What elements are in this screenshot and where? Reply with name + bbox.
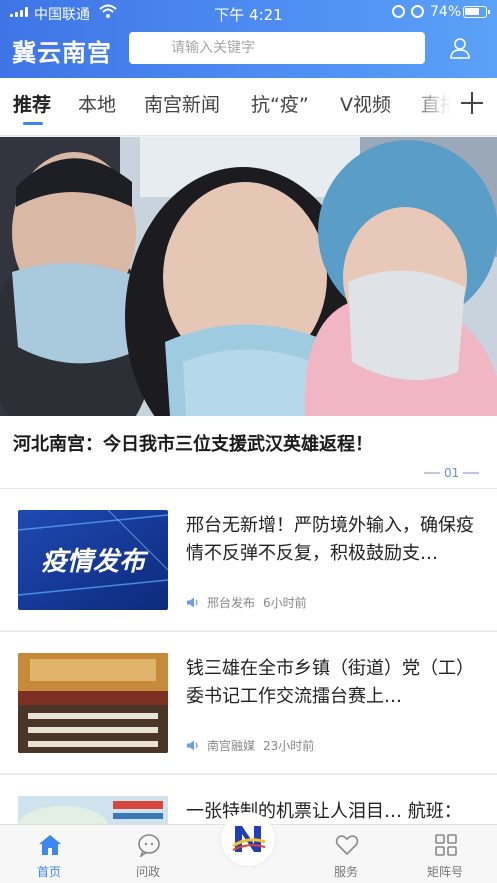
grid-icon: [435, 834, 457, 856]
battery-percent: 74%: [430, 4, 462, 20]
speaker-icon: [187, 597, 198, 608]
news-time: 6小时前: [263, 596, 307, 610]
nav-inquiry[interactable]: 问政: [108, 825, 188, 883]
news-title: 钱三雄在全市乡镇（街道）党（工）委书记工作交流擂台赛上…: [186, 658, 474, 707]
nav-matrix[interactable]: 矩阵号: [405, 825, 485, 883]
app-logo: 冀云南宫: [12, 39, 112, 67]
nav-home[interactable]: 首页: [9, 825, 89, 883]
news-item[interactable]: 疫情发布 邢台无新增！严防境外输入，确保疫情不反弹不反复，积极鼓励支… 邢台发布…: [0, 488, 497, 630]
home-icon: [39, 835, 61, 855]
speaker-icon: [187, 740, 198, 751]
news-thumbnail: [18, 653, 168, 753]
status-bar: 中国联通 下午 4:21 74%: [0, 0, 497, 26]
news-meta: 南宫融媒 23小时前: [186, 737, 314, 754]
tab-video[interactable]: V视频: [340, 90, 391, 117]
heart-icon: [335, 835, 359, 856]
thumbnail-caption: 疫情发布: [41, 547, 149, 577]
news-source: 邢台发布: [207, 596, 256, 610]
center-logo-button[interactable]: [221, 812, 275, 866]
active-tab-indicator: [23, 122, 43, 125]
tab-fade-overlay: [408, 78, 458, 135]
category-tabs: 推荐 本地 南宫新闻 抗“疫” V视频 直播: [0, 78, 497, 136]
app-screen: 中国联通 下午 4:21 74% 冀云南宫 推荐 本地 南宫新闻 抗“疫” V视…: [0, 0, 497, 883]
battery-icon: [463, 6, 490, 18]
banner-pager: 01: [424, 466, 480, 480]
news-source: 南宫融媒: [207, 739, 256, 753]
tab-recommend[interactable]: 推荐: [13, 90, 51, 117]
nav-services[interactable]: 服务: [306, 825, 386, 883]
add-channel-button[interactable]: [457, 88, 487, 118]
hero-title: 河北南宫：今日我市三位支援武汉英雄返程！: [13, 434, 373, 455]
rotation-lock-icon: [392, 5, 405, 18]
chat-bubble-icon: [138, 834, 160, 857]
search-input[interactable]: [129, 32, 425, 64]
tab-anti-epidemic[interactable]: 抗“疫”: [251, 90, 309, 117]
hero-photo: [0, 137, 497, 416]
news-item[interactable]: 钱三雄在全市乡镇（街道）党（工）委书记工作交流擂台赛上… 南宫融媒 23小时前: [0, 631, 497, 773]
tab-nangong-news[interactable]: 南宫新闻: [144, 90, 220, 117]
pager-number: 01: [444, 466, 460, 480]
news-thumbnail: 疫情发布: [18, 510, 168, 610]
news-title: 邢台无新增！严防境外输入，确保疫情不反弹不反复，积极鼓励支…: [186, 515, 474, 564]
hero-banner[interactable]: 河北南宫：今日我市三位支援武汉英雄返程！ 01: [0, 137, 497, 488]
alarm-icon: [411, 5, 424, 18]
news-time: 23小时前: [263, 739, 315, 753]
app-header: 中国联通 下午 4:21 74% 冀云南宫: [0, 0, 497, 78]
news-meta: 邢台发布 6小时前: [186, 594, 307, 611]
brand-n-icon: [232, 826, 266, 852]
user-icon[interactable]: [449, 37, 471, 59]
tab-local[interactable]: 本地: [78, 90, 116, 117]
